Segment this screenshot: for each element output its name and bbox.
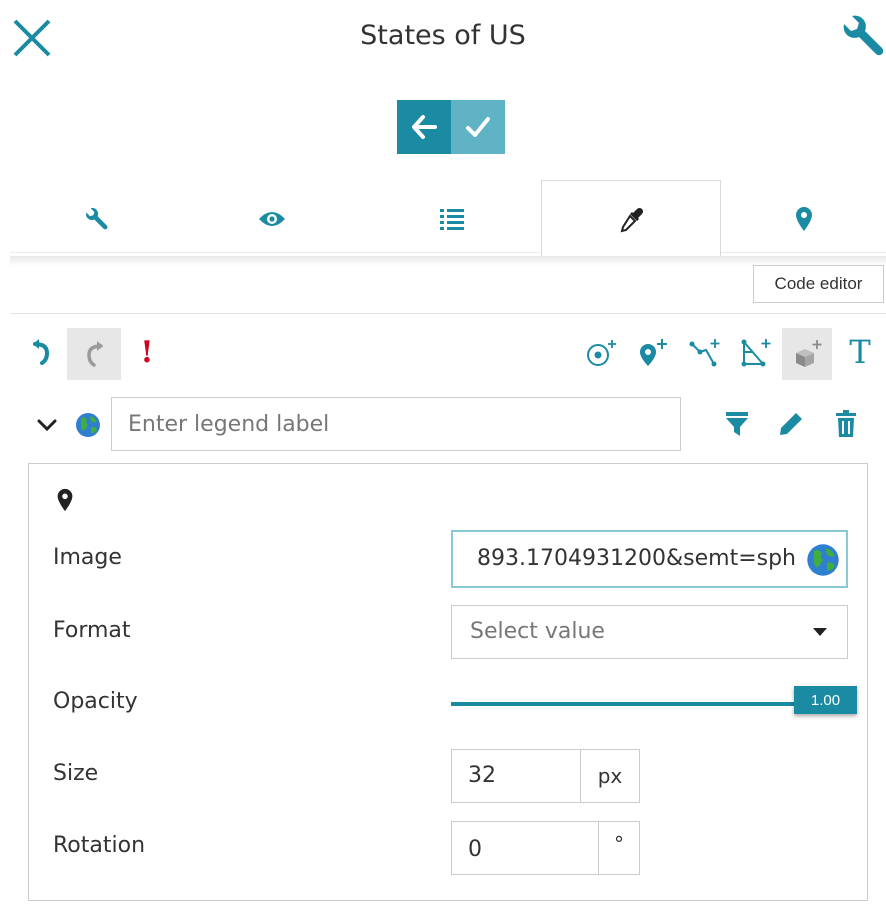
tab-styles[interactable] <box>541 180 721 258</box>
pencil-icon <box>780 413 802 435</box>
size-unit: px <box>580 749 640 803</box>
caret-down-icon <box>813 628 827 636</box>
filter-button[interactable] <box>720 404 754 444</box>
format-placeholder: Select value <box>470 619 605 644</box>
add-polygon-icon <box>741 339 771 367</box>
add-line-button[interactable] <box>685 334 725 372</box>
size-value: 32 <box>468 763 496 788</box>
tab-bar <box>10 180 886 258</box>
eye-icon <box>259 212 285 226</box>
globe-icon[interactable] <box>806 543 840 577</box>
chevron-down-icon <box>37 419 57 432</box>
geometry-type <box>56 488 76 514</box>
layer-type-globe <box>72 409 104 441</box>
trash-icon <box>836 410 856 437</box>
back-button[interactable] <box>397 100 451 154</box>
arrow-left-icon <box>412 115 437 139</box>
list-icon <box>440 209 464 230</box>
add-circle-button[interactable] <box>582 334 622 372</box>
confirm-button[interactable] <box>451 100 505 154</box>
redo-button[interactable] <box>67 328 121 380</box>
redo-icon <box>87 341 103 367</box>
add-point-icon <box>640 339 667 366</box>
map-pin-icon <box>795 207 812 231</box>
map-pin-icon <box>57 488 73 512</box>
tab-features[interactable] <box>721 180 886 258</box>
add-text-icon: T <box>849 333 871 371</box>
undo-icon <box>33 339 50 365</box>
rotation-unit: ° <box>598 821 640 875</box>
wrench-icon <box>843 15 884 56</box>
rotation-input[interactable]: 0 <box>451 821 599 875</box>
add-3d-button[interactable] <box>782 328 832 380</box>
rotation-label: Rotation <box>53 833 146 858</box>
tab-visibility[interactable] <box>182 180 362 258</box>
rotation-value: 0 <box>468 837 482 862</box>
navigation-button-group <box>397 100 505 154</box>
eyedropper-icon <box>620 207 644 232</box>
add-circle-icon <box>587 340 616 366</box>
delete-button[interactable] <box>828 404 864 444</box>
collapse-toggle[interactable] <box>30 410 64 440</box>
add-polygon-button[interactable] <box>736 334 776 372</box>
layer-settings-button[interactable] <box>838 12 886 60</box>
check-icon <box>466 117 490 137</box>
page-title: States of US <box>360 20 526 51</box>
divider <box>10 313 886 314</box>
undo-button[interactable] <box>24 330 60 374</box>
add-3d-icon <box>796 340 822 367</box>
add-point-button[interactable] <box>634 334 672 372</box>
code-editor-button[interactable]: Code editor <box>753 265 884 303</box>
tab-settings[interactable] <box>10 180 182 258</box>
add-text-button[interactable]: T <box>840 330 880 374</box>
format-select[interactable]: Select value <box>451 605 848 659</box>
filter-icon <box>726 412 748 436</box>
image-url-value: 893.1704931200&semt=sph <box>477 546 796 571</box>
style-panel <box>28 463 868 901</box>
add-line-icon <box>689 339 720 367</box>
warning-icon: ! <box>140 334 154 370</box>
size-label: Size <box>53 761 99 786</box>
image-url-field[interactable]: 893.1704931200&semt=sph <box>451 530 848 588</box>
opacity-slider-handle[interactable]: 1.00 <box>794 686 857 714</box>
opacity-slider-track[interactable] <box>451 702 796 706</box>
opacity-label: Opacity <box>53 689 138 714</box>
warning-button[interactable]: ! <box>130 330 164 374</box>
image-label: Image <box>53 545 122 570</box>
wrench-icon <box>86 207 108 230</box>
legend-label-input[interactable] <box>111 397 681 451</box>
format-label: Format <box>53 618 131 643</box>
size-input[interactable]: 32 <box>451 749 581 803</box>
globe-icon <box>76 413 100 437</box>
tab-legend[interactable] <box>362 180 542 258</box>
edit-button[interactable] <box>772 404 810 444</box>
